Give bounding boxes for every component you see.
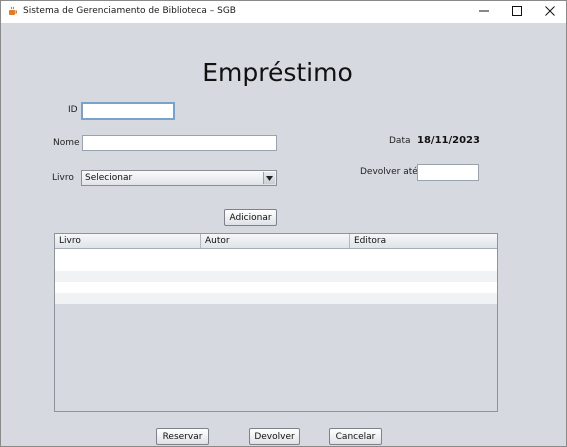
app-window: Sistema de Gerenciamento de Biblioteca –… [0,0,567,447]
close-button[interactable] [534,1,566,23]
devolver-ate-field[interactable] [417,164,479,181]
table-row-stripe [55,260,497,271]
id-field[interactable] [81,102,175,120]
java-cup-icon [7,6,18,17]
devolver-ate-label: Devolver até [360,167,418,177]
livro-select[interactable]: Selecionar [81,170,277,186]
window-title: Sistema de Gerenciamento de Biblioteca –… [23,6,236,16]
table-row-stripe [55,293,497,304]
page-title: Empréstimo [202,58,353,87]
devolver-button[interactable]: Devolver [249,428,300,445]
nome-label: Nome [53,138,80,148]
column-header-livro[interactable]: Livro [55,234,201,248]
chevron-down-icon [263,172,275,184]
maximize-icon [512,5,522,19]
column-header-autor[interactable]: Autor [201,234,350,248]
add-button[interactable]: Adicionar [224,209,277,226]
maximize-button[interactable] [501,1,533,23]
nome-field[interactable] [82,135,277,151]
livro-label: Livro [52,173,74,183]
table-header: Livro Autor Editora [55,234,497,249]
data-label: Data [389,136,411,146]
table-row-stripe [55,271,497,282]
column-header-editora[interactable]: Editora [350,234,497,248]
data-value: 18/11/2023 [417,135,480,146]
reservar-button[interactable]: Reservar [156,428,209,445]
id-label: ID [68,105,78,115]
minimize-button[interactable] [468,1,500,23]
loan-table[interactable]: Livro Autor Editora [54,233,498,412]
close-icon [545,5,555,19]
livro-select-value: Selecionar [85,173,133,183]
cancelar-button[interactable]: Cancelar [329,428,382,445]
minimize-icon [479,6,489,19]
table-row-stripe [55,282,497,293]
table-row-stripe [55,249,497,260]
form-panel: Empréstimo ID Nome Livro Selecionar Data… [1,23,566,446]
title-bar[interactable]: Sistema de Gerenciamento de Biblioteca –… [1,1,566,23]
